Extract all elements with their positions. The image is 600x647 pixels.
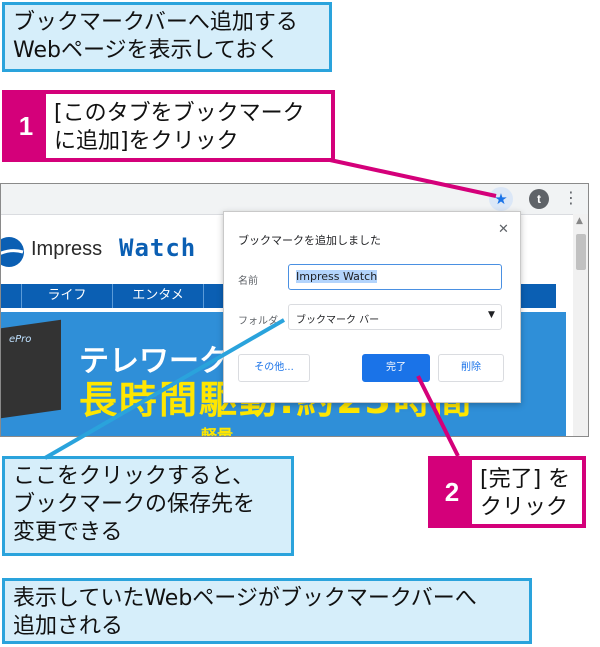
step-2-pointer — [416, 375, 460, 457]
step-1-pointer — [329, 158, 497, 198]
pointer-lines — [43, 158, 497, 460]
folder-hint-pointer — [43, 318, 286, 460]
